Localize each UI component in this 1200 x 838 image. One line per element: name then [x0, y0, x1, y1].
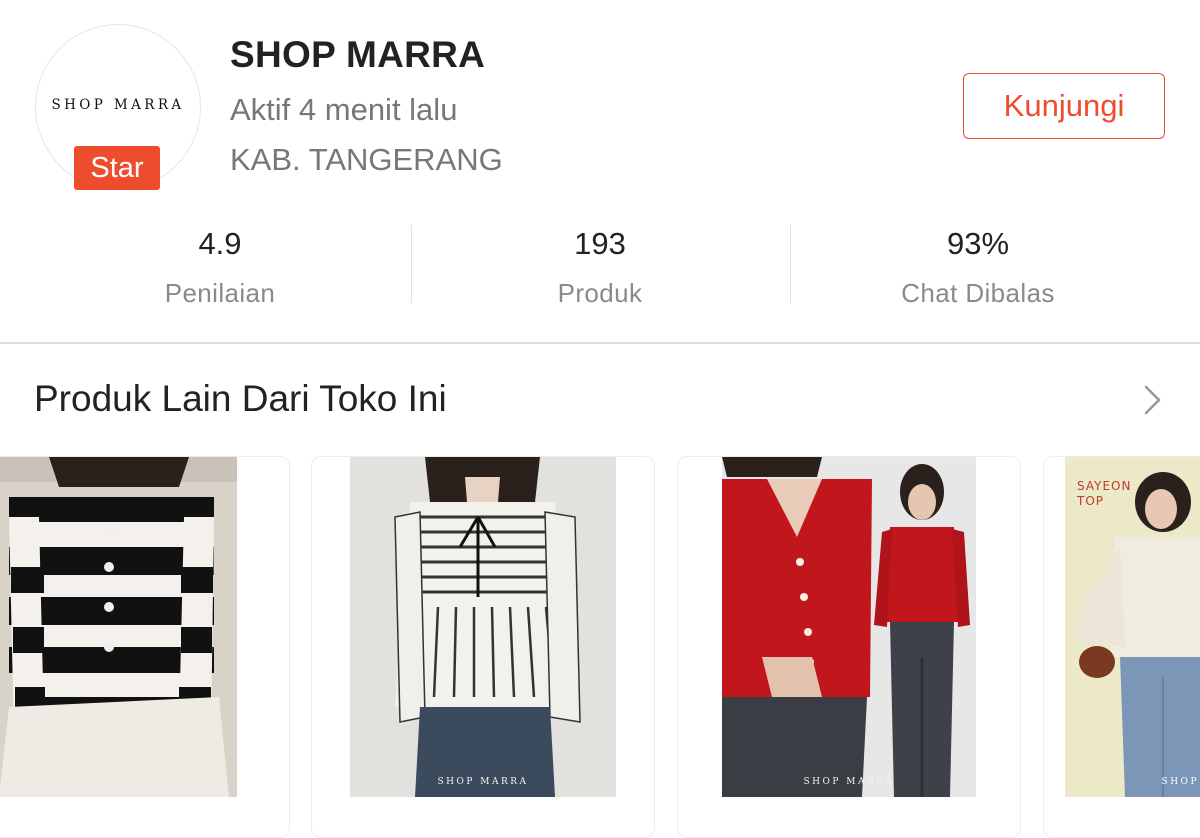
shop-stats: 4.9 Penilaian 193 Produk 93% Chat Dibala…: [0, 220, 1200, 310]
product-image[interactable]: [0, 457, 237, 797]
visit-shop-button[interactable]: Kunjungi: [963, 73, 1165, 139]
shop-name[interactable]: SHOP MARRA: [230, 34, 485, 76]
product-card[interactable]: SHOP MARRA: [311, 456, 655, 838]
product-image[interactable]: SAYEON TOP SHOP: [1065, 457, 1200, 797]
stat-rating: 4.9 Penilaian: [20, 220, 420, 309]
stat-value: 93%: [946, 226, 1010, 261]
shop-logo: SHOP MARRA: [51, 97, 185, 113]
chevron-right-icon[interactable]: [1138, 384, 1168, 416]
product-image[interactable]: SHOP MARRA: [350, 457, 616, 797]
stat-value: 4.9: [198, 226, 242, 261]
product-card[interactable]: SAYEON TOP SHOP: [1043, 456, 1200, 838]
star-badge: Star: [74, 146, 160, 190]
stat-chat-response: 93% Chat Dibalas: [778, 220, 1178, 309]
stat-value: 193: [574, 226, 626, 261]
section-divider: [0, 342, 1200, 344]
product-image[interactable]: SHOP MARRA: [722, 457, 976, 797]
stat-label: Penilaian: [164, 278, 276, 308]
image-overlay-text: SAYEON TOP: [1077, 479, 1132, 508]
shop-active-status: Aktif 4 menit lalu: [230, 92, 458, 127]
product-card[interactable]: [0, 456, 290, 838]
section-title[interactable]: Produk Lain Dari Toko Ini: [34, 378, 447, 420]
image-watermark: SHOP: [1161, 777, 1199, 787]
image-watermark: SHOP MARRA: [803, 777, 895, 787]
stat-products: 193 Produk: [400, 220, 800, 309]
shop-location: KAB. TANGERANG: [230, 142, 503, 177]
image-watermark: SHOP MARRA: [437, 777, 529, 787]
stat-label: Chat Dibalas: [901, 278, 1055, 308]
product-card[interactable]: SHOP MARRA: [677, 456, 1021, 838]
stat-label: Produk: [557, 278, 643, 308]
